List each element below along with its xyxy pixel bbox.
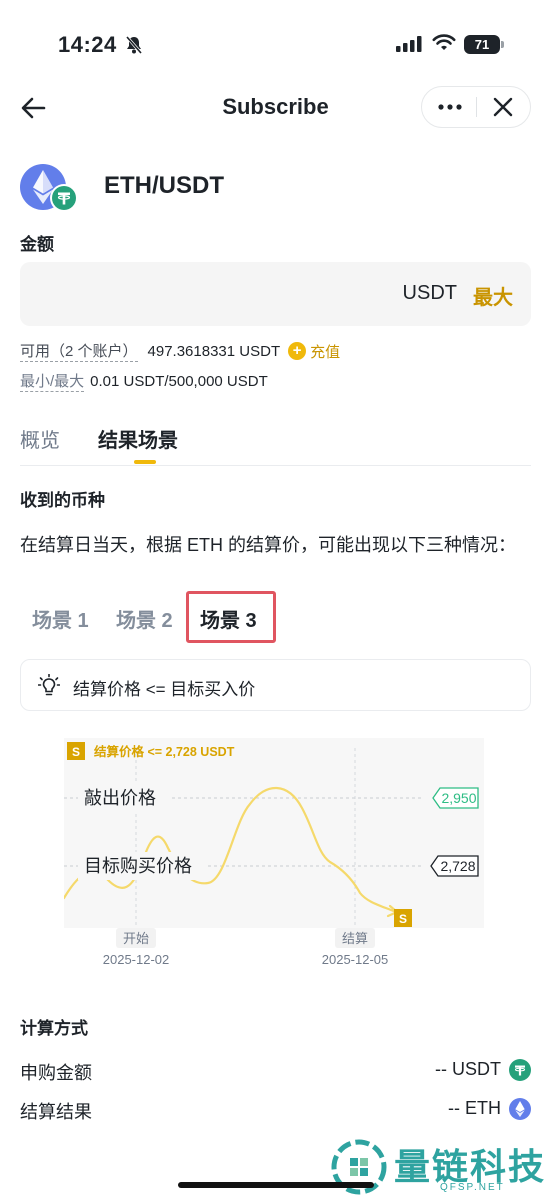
- amount-unit: USDT: [402, 282, 457, 304]
- amount-input[interactable]: USDT 最大: [20, 262, 531, 326]
- tab-overview[interactable]: 概览: [20, 424, 60, 453]
- buy-price-label: 目标购买价格: [84, 856, 192, 876]
- status-time: 14:24: [58, 32, 117, 57]
- lightbulb-icon: [38, 674, 60, 696]
- condition-text: 结算价格 <= 目标买入价: [73, 680, 256, 699]
- start-date: 2025-12-02: [103, 952, 170, 967]
- settlement-result-row: 结算结果 -- ETH: [20, 1095, 531, 1123]
- tab-active-indicator: [134, 460, 156, 464]
- sell-price-label: 敲出价格: [84, 788, 156, 808]
- buy-value: 2,728: [440, 858, 475, 874]
- condition-box: 结算价格 <= 目标买入价: [20, 659, 531, 711]
- subscribe-amount-label: 申购金额: [20, 1063, 92, 1083]
- scenario-illustration: S 结算价格 <= 2,728 USDT 敲出价格 目标购买价格 2,950 2…: [64, 738, 484, 967]
- status-bar: 14:24 71: [0, 0, 551, 88]
- available-label[interactable]: 可用（2 个账户）: [20, 340, 138, 362]
- cellular-signal-icon: [396, 36, 422, 52]
- sell-value: 2,950: [441, 790, 476, 806]
- usdt-icon: [509, 1059, 531, 1081]
- tab-bar: 概览 结果场景: [20, 420, 531, 466]
- bell-off-icon: [125, 36, 143, 54]
- settle-badge-letter: S: [72, 745, 80, 759]
- pair-header: ETH/USDT: [20, 164, 540, 212]
- usdt-coin-icon: [50, 184, 78, 212]
- battery-level: 71: [464, 35, 500, 54]
- pair-label: ETH/USDT: [104, 172, 224, 199]
- battery-icon: 71: [464, 35, 504, 54]
- minmax-row: 最小/最大 0.01 USDT/500,000 USDT: [20, 370, 268, 392]
- max-button[interactable]: 最大: [473, 281, 513, 310]
- scenario-tab-2[interactable]: 场景 2: [116, 604, 173, 633]
- scenario-tab-1[interactable]: 场景 1: [32, 604, 89, 633]
- plus-circle-icon[interactable]: +: [288, 342, 307, 360]
- home-indicator: [178, 1182, 374, 1188]
- start-label: 开始: [123, 931, 149, 946]
- subscribe-amount-value: -- USDT: [435, 1059, 501, 1079]
- received-title: 收到的币种: [20, 491, 105, 510]
- eth-icon: [509, 1098, 531, 1120]
- tab-results[interactable]: 结果场景: [98, 424, 178, 453]
- end-label: 结算: [342, 931, 368, 946]
- settle-badge-end-letter: S: [399, 912, 407, 926]
- received-description: 在结算日当天，根据 ETH 的结算价，可能出现以下三种情况：: [20, 535, 516, 555]
- nav-bar: Subscribe: [0, 84, 551, 132]
- watermark: 量链科技 QFSP.NET: [330, 1136, 551, 1200]
- recharge-link[interactable]: 充值: [310, 341, 340, 362]
- chart-legend: 结算价格 <= 2,728 USDT: [94, 744, 235, 759]
- scenario-highlight-box: [186, 591, 276, 643]
- chart-background: [64, 738, 484, 928]
- minmax-value: 0.01 USDT/500,000 USDT: [90, 372, 268, 390]
- more-icon[interactable]: [436, 95, 464, 119]
- subscribe-amount-row: 申购金额 -- USDT: [20, 1056, 531, 1084]
- available-value: 497.3618331 USDT: [147, 342, 281, 360]
- watermark-sub: QFSP.NET: [440, 1182, 505, 1193]
- available-row: 可用（2 个账户） 497.3618331 USDT + 充值: [20, 340, 340, 362]
- close-icon[interactable]: [492, 96, 514, 118]
- end-date: 2025-12-05: [322, 952, 389, 967]
- calc-title: 计算方式: [20, 1019, 88, 1038]
- wifi-icon: [432, 34, 456, 50]
- settlement-result-value: -- ETH: [448, 1098, 501, 1118]
- amount-label: 金额: [20, 235, 54, 254]
- settlement-result-label: 结算结果: [20, 1102, 92, 1122]
- minmax-label[interactable]: 最小/最大: [20, 370, 85, 392]
- nav-pill: [421, 86, 531, 128]
